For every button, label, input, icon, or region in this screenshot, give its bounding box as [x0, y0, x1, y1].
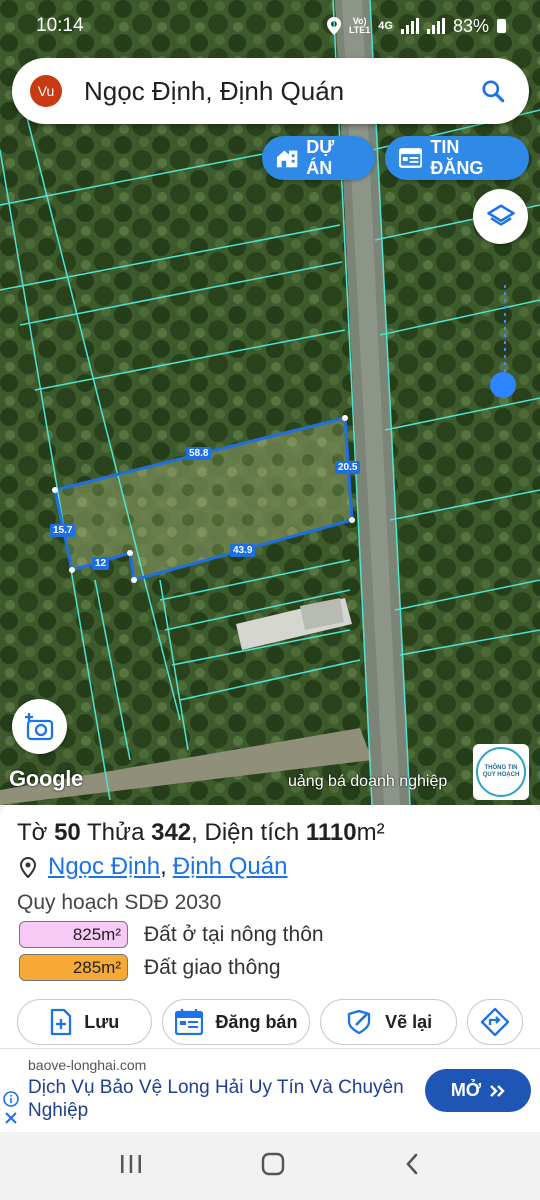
status-icons: Vo) LTE1 4G 83% — [326, 15, 506, 37]
layers-button[interactable] — [473, 189, 528, 244]
measure-label: 15.7 — [50, 524, 76, 537]
signal-icon-2 — [426, 18, 445, 34]
ad-open-label: MỞ — [450, 1080, 482, 1100]
add-photo-icon — [24, 712, 53, 740]
add-photo-button[interactable] — [12, 699, 67, 754]
save-label: Lưu — [84, 1011, 120, 1032]
measure-label: 20.5 — [335, 461, 361, 474]
calendar-icon — [175, 1009, 204, 1035]
avatar[interactable]: Vu — [30, 75, 62, 107]
listing-icon — [399, 148, 423, 168]
layers-icon — [486, 204, 515, 226]
tin-dang-label: TIN ĐĂNG — [430, 137, 484, 178]
map-pin-icon — [17, 856, 39, 878]
status-time: 10:14 — [36, 15, 84, 36]
district-link[interactable]: Định Quán — [173, 853, 288, 881]
planning-info-badge[interactable]: THÔNG TIN QUY HOẠCH — [473, 744, 529, 800]
planning-info-logo: THÔNG TIN QUY HOẠCH — [476, 747, 526, 797]
screen: 58.8 20.5 15.7 12 43.9 10:14 Vo) LTE1 4G … — [0, 0, 540, 1200]
ad-banner[interactable]: baove-longhai.com Dịch Vụ Bảo Vệ Long Hả… — [0, 1048, 540, 1132]
google-logo: Google — [9, 766, 83, 791]
directions-icon — [480, 1007, 510, 1037]
ad-close-icon[interactable] — [4, 1111, 18, 1130]
measure-label: 12 — [92, 557, 110, 570]
promo-text[interactable]: uảng bá doanh nghiệp — [288, 773, 447, 791]
home-button[interactable] — [260, 1151, 286, 1182]
battery-icon — [497, 19, 506, 33]
zone-name: Đất giao thông — [144, 955, 281, 979]
parcel-info-sheet: Tờ 50 Thửa 342, Diện tích 1110m² Ngọc Đị… — [0, 805, 540, 1048]
system-nav-bar — [0, 1132, 540, 1200]
ad-headline[interactable]: Dịch Vụ Bảo Vệ Long Hải Uy Tín Và Chuyên… — [28, 1076, 408, 1122]
post-sale-label: Đăng bán — [215, 1011, 298, 1032]
directions-button[interactable] — [466, 999, 524, 1045]
ad-info-icon[interactable] — [3, 1091, 19, 1112]
zone-name: Đất ở tại nông thôn — [144, 922, 324, 946]
sheet-number: 50 — [54, 819, 81, 846]
save-button[interactable]: Lưu — [17, 999, 153, 1045]
zone-area: 825m² — [19, 921, 128, 948]
search-button[interactable] — [477, 75, 509, 107]
redraw-button[interactable]: Vẽ lại — [320, 999, 457, 1045]
home-icon — [261, 1152, 285, 1175]
measure-label: 43.9 — [230, 544, 256, 557]
back-button[interactable] — [403, 1152, 421, 1181]
double-chevron-icon — [490, 1084, 505, 1097]
signal-icon — [400, 18, 419, 34]
search-icon — [482, 80, 505, 103]
battery-percent: 83% — [452, 15, 489, 36]
search-bar[interactable]: Vu Ngọc Định, Định Quán — [12, 58, 529, 124]
status-bar: 10:14 Vo) LTE1 4G 83% — [0, 0, 540, 52]
parcel-number: 342 — [151, 819, 192, 846]
recent-apps-button[interactable] — [119, 1153, 143, 1180]
du-an-label: DỰ ÁN — [306, 137, 335, 178]
post-sale-button[interactable]: Đăng bán — [162, 999, 311, 1045]
network-type: 4G — [378, 19, 393, 32]
du-an-button[interactable]: DỰ ÁN — [262, 136, 375, 180]
location-icon — [326, 17, 341, 35]
redraw-icon — [347, 1009, 371, 1035]
add-file-icon — [51, 1008, 72, 1036]
redraw-label: Vẽ lại — [385, 1011, 433, 1032]
zone-row: 825m² Đất ở tại nông thôn — [17, 921, 523, 948]
ad-domain: baove-longhai.com — [28, 1057, 147, 1073]
recent-apps-icon — [120, 1154, 141, 1173]
zone-row: 285m² Đất giao thông — [17, 954, 523, 981]
zone-area: 285m² — [19, 954, 128, 981]
measure-label: 58.8 — [186, 447, 212, 460]
tin-dang-button[interactable]: TIN ĐĂNG — [385, 136, 529, 180]
search-input[interactable]: Ngọc Định, Định Quán — [84, 76, 477, 107]
action-row: Lưu Đăng bán Vẽ lại — [17, 999, 524, 1045]
back-icon — [406, 1153, 418, 1174]
ward-link[interactable]: Ngọc Định — [48, 853, 160, 881]
volte-indicator: Vo) LTE1 — [348, 16, 371, 35]
parcel-title: Tờ 50 Thửa 342, Diện tích 1110m² — [17, 819, 385, 846]
plan-label: Quy hoạch SDĐ 2030 — [17, 891, 222, 914]
parcel-location: Ngọc Định, Định Quán — [17, 853, 523, 881]
building-icon — [276, 150, 298, 168]
parcel-area: 1110 — [305, 819, 357, 846]
ad-open-button[interactable]: MỞ — [425, 1069, 531, 1112]
